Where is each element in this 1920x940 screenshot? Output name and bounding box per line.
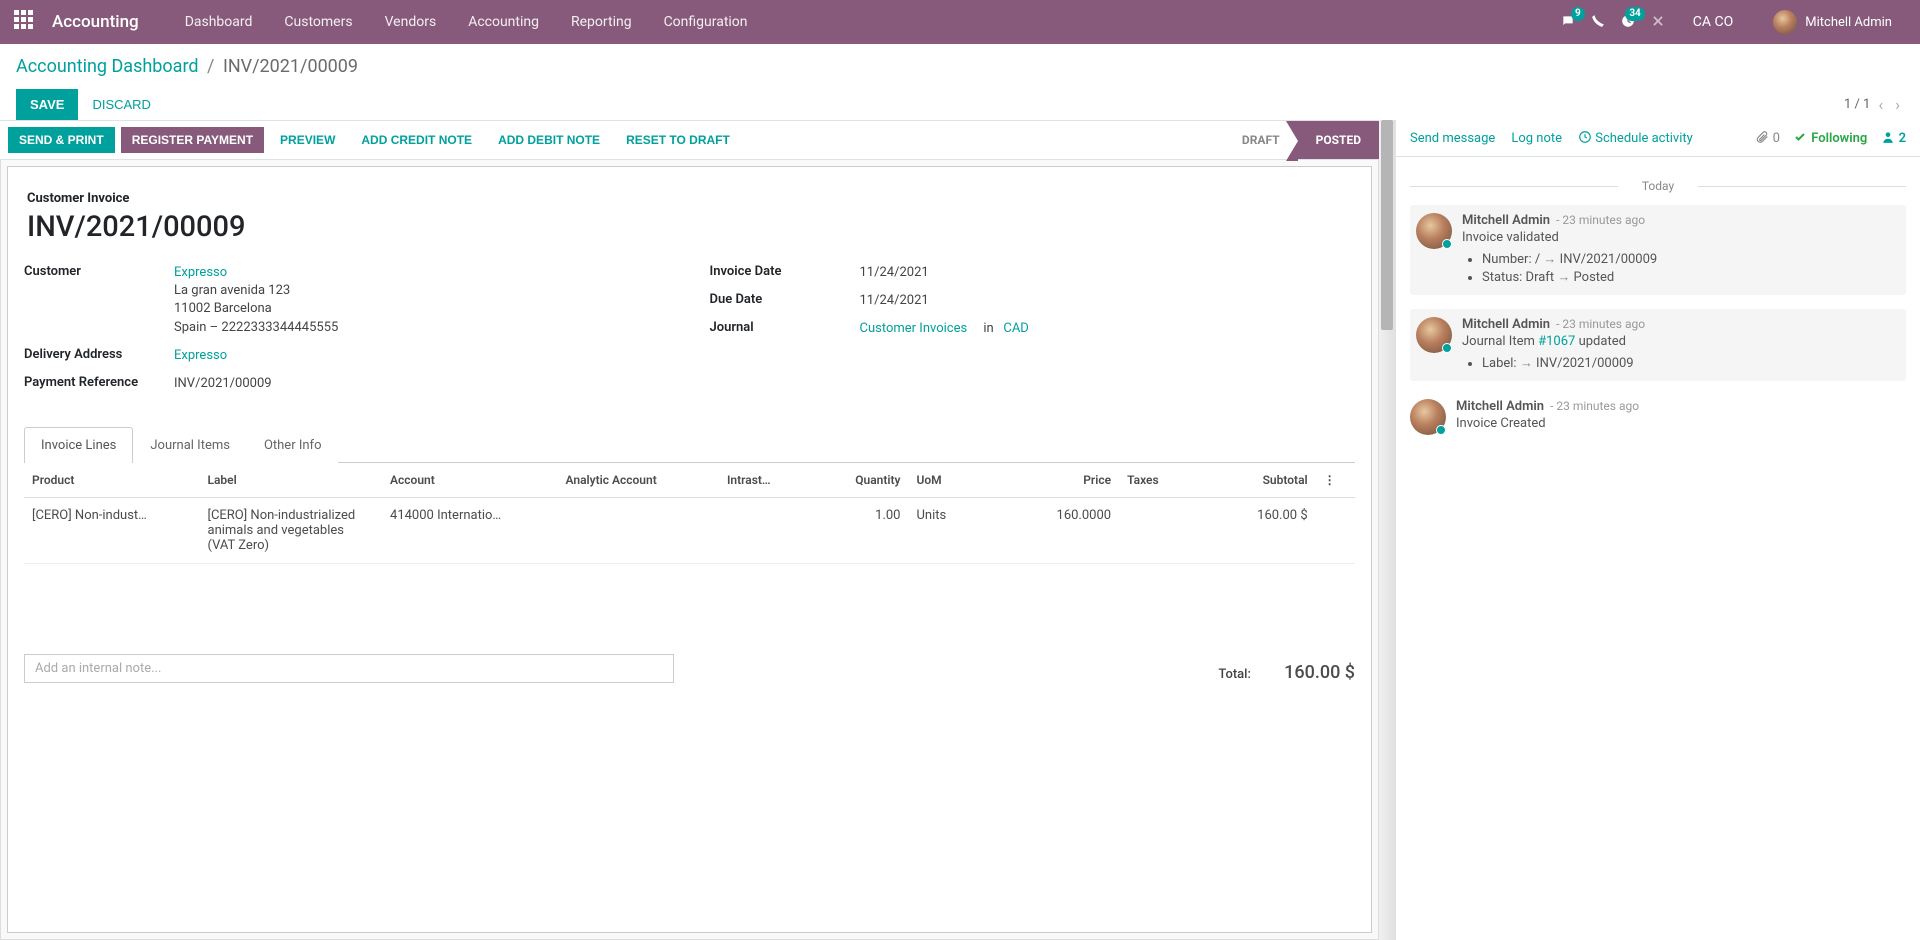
field-invoice-date[interactable]: 11/24/2021 (860, 264, 1356, 282)
clock-icon (1578, 130, 1592, 144)
user-name: Mitchell Admin (1805, 15, 1892, 30)
breadcrumb: Accounting Dashboard / INV/2021/00009 (16, 56, 1904, 77)
field-due-date[interactable]: 11/24/2021 (860, 292, 1356, 310)
move-type-label: Customer Invoice (27, 191, 1355, 206)
field-delivery[interactable]: Expresso (174, 347, 670, 365)
messages-icon[interactable]: 9 (1561, 14, 1575, 30)
apps-icon[interactable] (14, 10, 38, 34)
paperclip-icon (1755, 130, 1769, 144)
field-payref[interactable]: INV/2021/00009 (174, 375, 670, 393)
tab-journal-items[interactable]: Journal Items (133, 427, 247, 463)
col-price: Price (993, 463, 1119, 498)
user-avatar-icon (1773, 10, 1797, 34)
followers-badge[interactable]: 2 (1881, 130, 1906, 146)
activities-badge: 34 (1625, 7, 1644, 21)
nav-customers[interactable]: Customers (268, 0, 368, 44)
nav-accounting[interactable]: Accounting (452, 0, 555, 44)
attachments-button[interactable]: 0 (1755, 130, 1780, 146)
discard-button[interactable]: DISCARD (92, 97, 151, 112)
breadcrumb-current: INV/2021/00009 (223, 56, 358, 77)
label-customer: Customer (24, 264, 174, 279)
nav-reporting[interactable]: Reporting (555, 0, 648, 44)
nav-configuration[interactable]: Configuration (648, 0, 764, 44)
avatar-icon (1416, 213, 1452, 249)
label-delivery: Delivery Address (24, 347, 174, 362)
pager-next-icon[interactable]: › (1891, 91, 1904, 118)
chatter-message: Mitchell Admin - 23 minutes ago Invoice … (1410, 395, 1906, 439)
col-product: Product (24, 463, 200, 498)
col-intrastat: Intrast… (719, 463, 803, 498)
label-due-date: Due Date (710, 292, 860, 307)
tab-other-info[interactable]: Other Info (247, 427, 339, 463)
reset-to-draft-button[interactable]: RESET TO DRAFT (616, 128, 740, 152)
label-invoice-date: Invoice Date (710, 264, 860, 279)
messages-badge: 9 (1571, 7, 1585, 21)
field-journal[interactable]: Customer Invoices in CAD (860, 320, 1356, 338)
nav-vendors[interactable]: Vendors (369, 0, 453, 44)
field-customer[interactable]: Expresso La gran avenida 123 11002 Barce… (174, 264, 670, 337)
pager-prev-icon[interactable]: ‹ (1874, 91, 1887, 118)
breadcrumb-root[interactable]: Accounting Dashboard (16, 56, 199, 77)
following-button[interactable]: Following (1794, 131, 1867, 146)
invoice-number: INV/2021/00009 (27, 210, 1355, 244)
avatar-icon (1410, 399, 1446, 435)
arrow-right-icon: → (1557, 269, 1570, 285)
schedule-activity-button[interactable]: Schedule activity (1578, 130, 1693, 146)
col-subtotal: Subtotal (1196, 463, 1315, 498)
chatter-message: Mitchell Admin - 23 minutes ago Invoice … (1410, 205, 1906, 295)
preview-button[interactable]: PREVIEW (270, 128, 345, 152)
user-icon (1881, 130, 1895, 144)
internal-note-input[interactable]: Add an internal note... (24, 654, 674, 683)
col-analytic: Analytic Account (558, 463, 719, 498)
pager-info[interactable]: 1 / 1 (1844, 97, 1870, 112)
add-credit-note-button[interactable]: ADD CREDIT NOTE (351, 128, 482, 152)
avatar-icon (1416, 317, 1452, 353)
col-uom: UoM (909, 463, 993, 498)
arrow-right-icon: → (1520, 355, 1533, 371)
add-debit-note-button[interactable]: ADD DEBIT NOTE (488, 128, 610, 152)
nav-dashboard[interactable]: Dashboard (169, 0, 269, 44)
col-label: Label (200, 463, 383, 498)
chatter-date-today: Today (1410, 179, 1906, 193)
register-payment-button[interactable]: REGISTER PAYMENT (121, 127, 264, 153)
col-account: Account (382, 463, 558, 498)
invoice-total: Total: 160.00 $ (1218, 662, 1355, 683)
save-button[interactable]: SAVE (16, 89, 78, 120)
log-note-button[interactable]: Log note (1511, 131, 1562, 146)
phone-icon[interactable] (1591, 14, 1605, 30)
close-icon[interactable] (1651, 14, 1665, 30)
content-scrollbar[interactable] (1379, 120, 1395, 940)
app-title[interactable]: Accounting (52, 12, 139, 32)
activities-icon[interactable]: 34 (1621, 14, 1635, 30)
check-icon (1794, 131, 1806, 143)
chatter-message: Mitchell Admin - 23 minutes ago Journal … (1410, 309, 1906, 381)
label-payref: Payment Reference (24, 375, 174, 390)
user-menu[interactable]: Mitchell Admin (1761, 10, 1904, 34)
status-posted[interactable]: POSTED (1298, 121, 1379, 159)
company-switcher[interactable]: CA CO (1681, 14, 1745, 30)
col-taxes: Taxes (1119, 463, 1196, 498)
invoice-line-row[interactable]: [CERO] Non-indust… [CERO] Non-industrial… (24, 498, 1355, 564)
arrow-right-icon: → (1543, 251, 1556, 267)
col-quantity: Quantity (803, 463, 908, 498)
label-journal: Journal (710, 320, 860, 335)
send-print-button[interactable]: SEND & PRINT (8, 127, 115, 153)
cols-options-icon[interactable]: ⋮ (1316, 463, 1355, 498)
send-message-button[interactable]: Send message (1410, 131, 1495, 146)
tab-invoice-lines[interactable]: Invoice Lines (24, 427, 133, 463)
